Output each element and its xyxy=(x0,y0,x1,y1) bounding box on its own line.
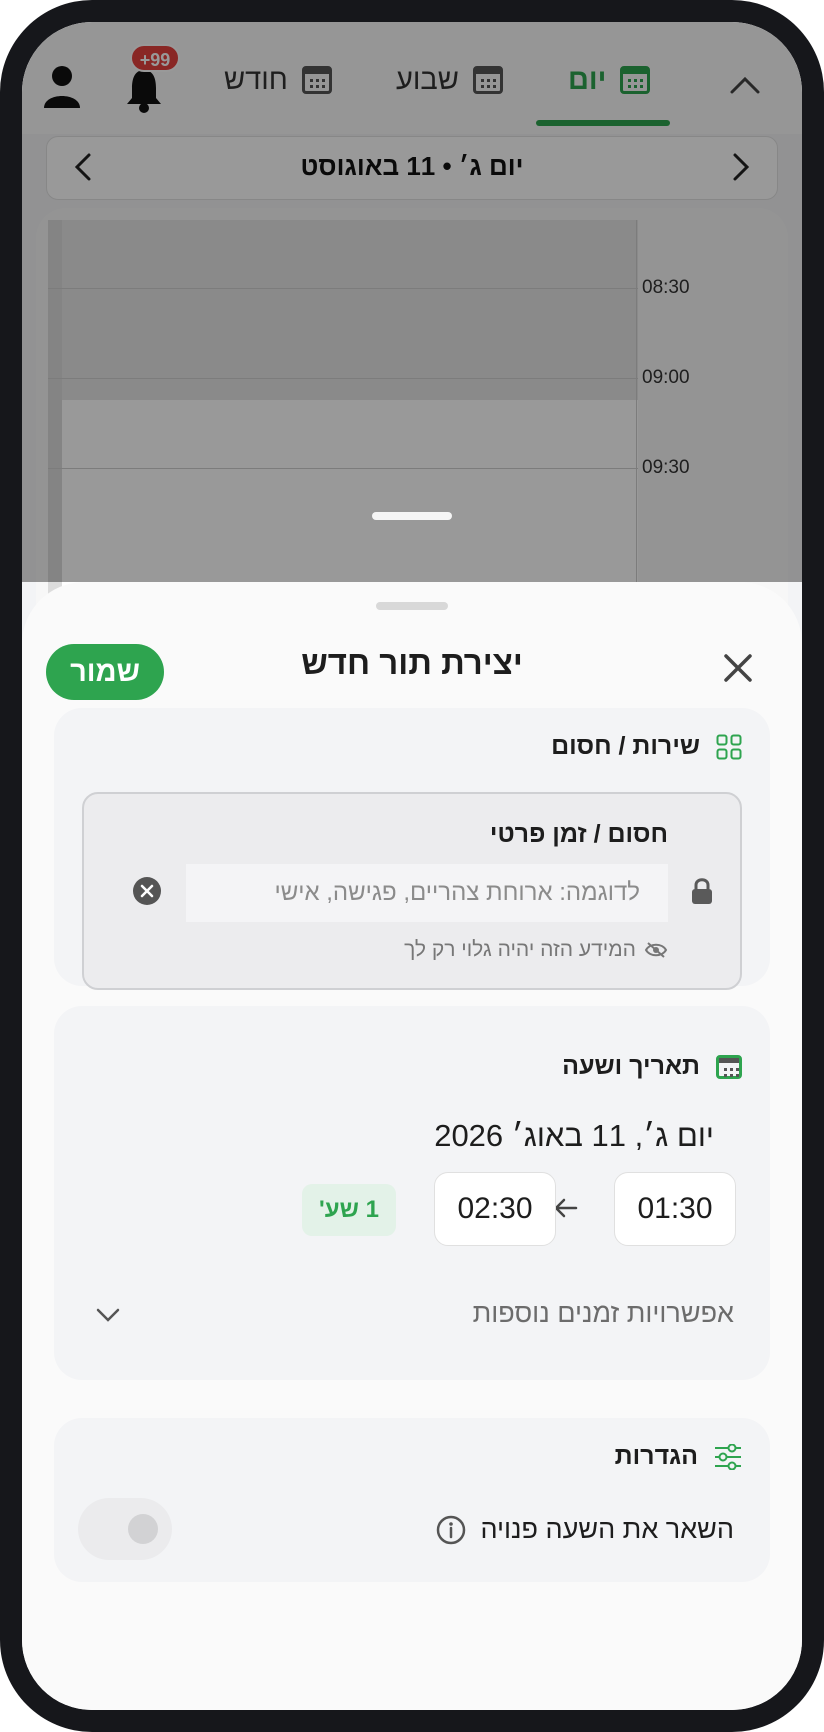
start-time-field[interactable]: 01:30 xyxy=(614,1172,736,1246)
more-time-options[interactable]: אפשרויות זמנים נוספות xyxy=(473,1298,734,1329)
peek-handle xyxy=(372,512,452,520)
block-time-box[interactable]: חסום / זמן פרטי המידע הזה יהיה xyxy=(82,792,742,990)
privacy-note-row: המידע הזה יהיה גלוי רק לך xyxy=(404,938,668,962)
toggle-knob xyxy=(128,1514,158,1544)
drag-handle[interactable] xyxy=(376,602,448,610)
lock-icon xyxy=(692,878,712,904)
save-button[interactable]: שמור xyxy=(46,644,164,700)
keep-free-label: השאר את השעה פנויה xyxy=(480,1514,734,1544)
modal-overlay[interactable] xyxy=(22,22,802,582)
grid-icon xyxy=(716,734,742,759)
datetime-card: תאריך ושעה יום ג׳, 11 באוג׳ 2026 01:30 0… xyxy=(54,1006,770,1380)
end-time-field[interactable]: 02:30 xyxy=(434,1172,556,1246)
duration-badge: 1 שע' xyxy=(302,1184,396,1236)
selected-date[interactable]: יום ג׳, 11 באוג׳ 2026 xyxy=(434,1118,714,1154)
settings-heading-row: הגדרות xyxy=(615,1442,742,1471)
calendar-icon xyxy=(716,1054,742,1079)
service-heading-row: שירות / חסום xyxy=(551,732,742,761)
device-frame: +99 חודש שבוע יום יום ג׳ • 11 באוגוסט 08… xyxy=(0,0,824,1732)
service-heading: שירות / חסום xyxy=(551,732,700,760)
create-appointment-sheet: שמור יצירת תור חדש שירות / חסום חסום / ז… xyxy=(22,582,802,1710)
arrow-left-icon xyxy=(554,1198,578,1218)
keep-free-row: השאר את השעה פנויה xyxy=(436,1514,734,1545)
service-card: שירות / חסום חסום / זמן פרטי לדוגמה: ארו… xyxy=(54,708,770,990)
keep-free-toggle[interactable] xyxy=(78,1498,172,1560)
clear-icon[interactable] xyxy=(132,876,162,906)
block-reason-input[interactable] xyxy=(186,864,668,922)
eye-off-icon xyxy=(644,942,668,958)
screen: +99 חודש שבוע יום יום ג׳ • 11 באוגוסט 08… xyxy=(22,22,802,1710)
datetime-heading-row: תאריך ושעה xyxy=(562,1052,742,1081)
settings-card: הגדרות השאר את השעה פנויה xyxy=(54,1418,770,1582)
chevron-down-icon[interactable] xyxy=(94,1304,122,1326)
privacy-note: המידע הזה יהיה גלוי רק לך xyxy=(404,938,636,961)
close-icon[interactable] xyxy=(720,650,756,686)
sliders-icon xyxy=(715,1443,741,1470)
datetime-heading: תאריך ושעה xyxy=(562,1052,700,1080)
settings-heading: הגדרות xyxy=(614,1442,698,1470)
info-icon[interactable] xyxy=(436,1515,466,1545)
block-title: חסום / זמן פרטי xyxy=(489,820,668,848)
sheet-title: יצירת תור חדש xyxy=(301,644,523,681)
